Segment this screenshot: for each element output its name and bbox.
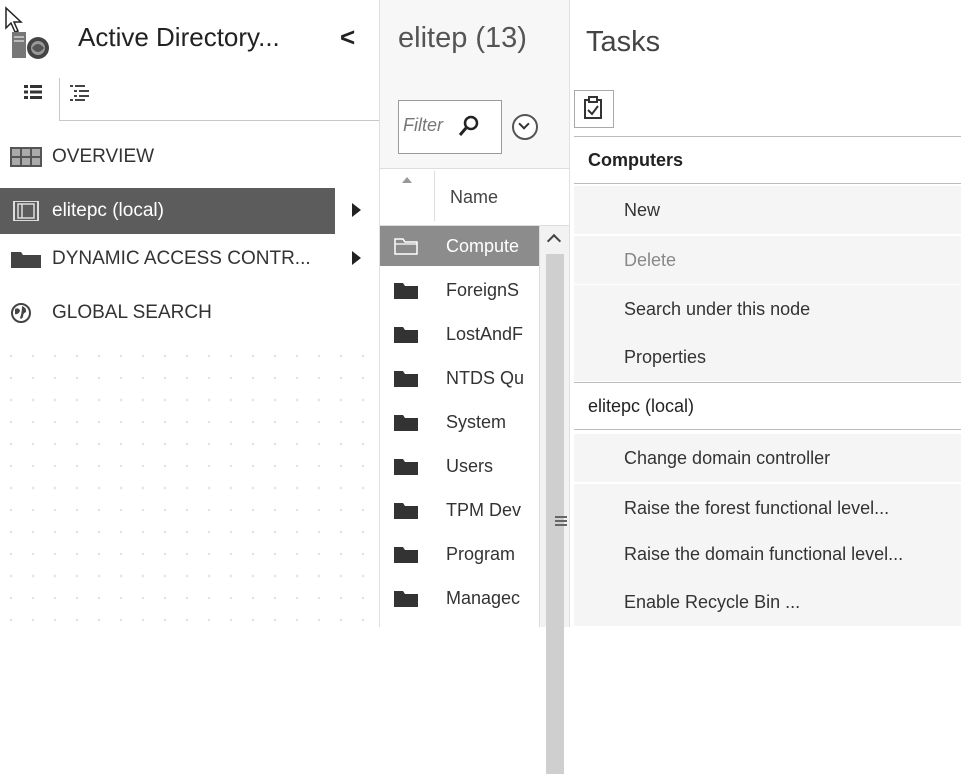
- list-item[interactable]: System: [380, 402, 540, 442]
- list-item-label: LostAndF: [446, 324, 524, 344]
- sort-up-icon: [402, 177, 412, 183]
- column-divider: [434, 171, 435, 221]
- scroll-grip-icon: [555, 516, 567, 526]
- list-item-label: Compute: [446, 236, 520, 256]
- task-properties[interactable]: Properties: [574, 333, 961, 381]
- nav-item-label: elitepc (local): [52, 200, 164, 221]
- task-label: Raise the forest functional level...: [624, 498, 890, 518]
- list-item[interactable]: LostAndF: [380, 314, 540, 354]
- list-view-icon[interactable]: [24, 84, 42, 100]
- list-item-label: Program: [446, 544, 516, 564]
- list-item[interactable]: Program: [380, 534, 540, 574]
- folder-icon: [394, 415, 418, 431]
- filter-input[interactable]: Filter: [398, 100, 502, 154]
- nav-header: Active Directory... <: [0, 0, 380, 121]
- task-label: New: [624, 200, 661, 220]
- folder-icon: [394, 327, 418, 343]
- list-item-label: Users: [446, 456, 494, 476]
- expand-arrow-icon[interactable]: [352, 251, 361, 265]
- list-item[interactable]: TPM Dev: [380, 490, 540, 530]
- nav-item-global-search[interactable]: GLOBAL SEARCH: [0, 290, 378, 336]
- nav-item-label: OVERVIEW: [52, 146, 155, 167]
- folder-icon: [394, 459, 418, 475]
- item-count: (13): [475, 22, 527, 54]
- folder-icon: [394, 503, 418, 519]
- nav-item-elitepc[interactable]: elitepc (local): [0, 188, 378, 234]
- task-label: Search under this node: [624, 299, 811, 319]
- filter-options-chevron-icon[interactable]: [512, 114, 538, 140]
- nav-item-dynamic-access-control[interactable]: DYNAMIC ACCESS CONTR...: [0, 236, 378, 282]
- list-title: elitep (13): [398, 22, 527, 55]
- collapse-pane-button[interactable]: <: [340, 22, 355, 53]
- tasks-title: Tasks: [586, 26, 661, 58]
- globe-icon: [11, 303, 31, 323]
- section-header-elitepc: elitepc (local): [574, 382, 961, 430]
- task-new[interactable]: New: [574, 186, 961, 234]
- list-item-label: Managec: [446, 588, 521, 608]
- section-title: elitepc (local): [588, 396, 695, 416]
- selection-highlight: [0, 188, 335, 234]
- task-label: Enable Recycle Bin ...: [624, 592, 801, 612]
- folder-icon: [394, 547, 418, 563]
- column-name-header[interactable]: Name: [450, 187, 498, 208]
- folder-icon: [394, 283, 418, 299]
- list-column-header[interactable]: Name: [380, 168, 569, 226]
- tree-view-tab[interactable]: [59, 78, 380, 121]
- task-raise-domain-level[interactable]: Raise the domain functional level...: [574, 530, 961, 578]
- clipboard-icon: [584, 96, 602, 119]
- navigation-pane: Active Directory... < OVERVIEW elitepc (…: [0, 0, 380, 627]
- task-label: Properties: [624, 347, 707, 367]
- task-search-under-node[interactable]: Search under this node: [574, 285, 961, 333]
- scroll-up-icon[interactable]: [546, 233, 562, 249]
- list-item-label: System: [446, 412, 507, 432]
- folder-icon: [394, 591, 418, 607]
- list-item-label: ForeignS: [446, 280, 520, 300]
- nav-item-label: DYNAMIC ACCESS CONTR...: [52, 248, 311, 269]
- overview-grid-icon: [10, 147, 42, 167]
- list-item[interactable]: Managec: [380, 578, 540, 618]
- filter-placeholder: Filter: [403, 115, 443, 135]
- list-item[interactable]: NTDS Qu: [380, 358, 540, 398]
- tasks-clipboard-button[interactable]: [574, 90, 614, 128]
- app-title: Active Directory...: [78, 22, 280, 52]
- task-label: Raise the domain functional level...: [624, 544, 904, 564]
- scrollbar-thumb[interactable]: [546, 254, 567, 774]
- tree-view-icon: [70, 85, 89, 101]
- nav-item-label: GLOBAL SEARCH: [52, 302, 212, 323]
- folder-icon: [11, 252, 41, 268]
- task-enable-recycle-bin[interactable]: Enable Recycle Bin ...: [574, 578, 961, 626]
- task-change-domain-controller[interactable]: Change domain controller: [574, 434, 961, 482]
- folder-icon: [394, 371, 418, 387]
- vertical-scrollbar[interactable]: [539, 226, 570, 774]
- list-item[interactable]: ForeignS: [380, 270, 540, 310]
- task-label: Delete: [624, 250, 677, 270]
- task-raise-forest-level[interactable]: Raise the forest functional level...: [574, 484, 961, 532]
- content-list-pane: elitep (13) Filter Name Compute ForeignS…: [379, 0, 570, 774]
- search-icon[interactable]: [459, 115, 479, 137]
- list-item[interactable]: Users: [380, 446, 540, 486]
- expand-arrow-icon[interactable]: [352, 203, 361, 217]
- list-item-label: TPM Dev: [446, 500, 522, 520]
- task-delete: Delete: [574, 236, 961, 284]
- domain-icon: [13, 201, 39, 221]
- tasks-pane: Tasks Computers New Delete Search under …: [569, 0, 961, 627]
- container-name: elitep: [398, 22, 468, 54]
- nav-item-overview[interactable]: OVERVIEW: [0, 134, 378, 180]
- background-pattern: [0, 345, 378, 627]
- folder-outline-icon: [394, 238, 418, 255]
- list-item-label: NTDS Qu: [446, 368, 525, 388]
- section-title: Computers: [588, 150, 684, 170]
- list-item[interactable]: Compute: [380, 226, 540, 266]
- task-label: Change domain controller: [624, 448, 831, 468]
- section-header-computers: Computers: [574, 136, 961, 184]
- active-directory-icon: [12, 32, 49, 59]
